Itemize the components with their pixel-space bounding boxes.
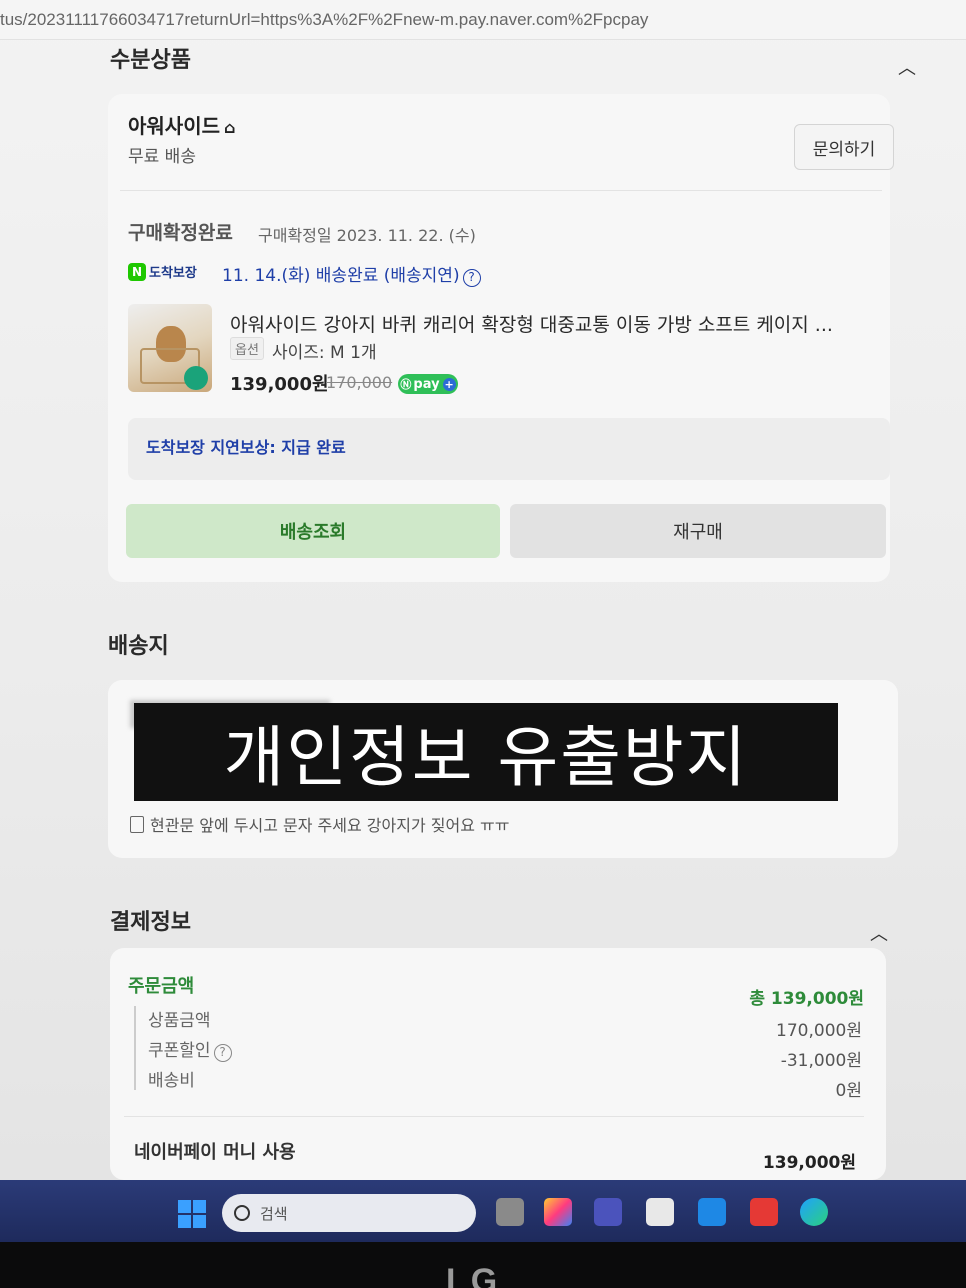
rebuy-button[interactable]: 재구매 [510,504,886,558]
naver-n-icon: N [128,262,146,281]
coupon-discount-label: 쿠폰할인? [148,1036,232,1062]
taskbar-search[interactable]: 검색 [222,1194,476,1232]
option-tag: 옵션 [230,337,264,360]
product-thumbnail[interactable] [128,304,212,392]
store-name-text[interactable]: 아워사이드 [128,114,220,138]
store-icon[interactable] [646,1198,674,1226]
delivery-status: 11. 14.(화) 배송완료 (배송지연)? [222,261,481,287]
store-name[interactable]: 아워사이드 ⌂ [128,110,235,139]
inquiry-button[interactable]: 문의하기 [794,124,894,170]
track-delivery-button[interactable]: 배송조회 [126,504,500,558]
question-circle-icon[interactable]: ? [462,269,481,287]
chevron-up-icon[interactable]: ︿ [870,920,888,946]
coupon-discount-text: 쿠폰할인 [148,1041,211,1061]
product-option: 사이즈: M 1개 [272,343,377,363]
delivery-memo: 현관문 앞에 두시고 문자 주세요 강아지가 짖어요 ㅠㅠ [130,812,509,836]
app-icon[interactable] [750,1198,778,1226]
delivery-status-text: 11. 14.(화) 배송완료 (배송지연) [222,266,460,286]
purchase-status: 구매확정완료 [128,222,233,244]
address-bar[interactable]: tus/20231111766034717returnUrl=https%3A%… [0,0,966,40]
purchase-confirm-date: 구매확정일 2023. 11. 22. (수) [258,226,476,245]
coupon-discount-value: -31,000원 [780,1051,862,1071]
delivery-guarantee-badge: N 도착보장 [128,262,197,281]
shipping-fee: 무료 배송 [128,147,196,167]
npay-badge-text: pay [413,376,440,392]
search-placeholder: 검색 [260,1204,288,1223]
order-section-title: 수분상품 [110,48,191,73]
npay-plus-badge: Ⓝpay + [398,374,458,394]
shipping-fee-label: 배송비 [148,1071,195,1091]
copilot-icon[interactable] [544,1198,572,1226]
chevron-up-icon[interactable]: ︿ [898,54,916,80]
browser-screen: tus/20231111766034717returnUrl=https%3A%… [0,0,966,1180]
payment-section-title: 결제정보 [110,910,191,935]
memo-icon [130,815,144,833]
shipping-section-title: 배송지 [108,634,169,659]
question-circle-icon[interactable]: ? [213,1044,232,1062]
search-icon [234,1205,250,1221]
monitor-brand-logo: LG [446,1262,502,1288]
product-amount-label: 상품금액 [148,1011,211,1031]
privacy-redaction-overlay: 개인정보 유출방지 [134,703,838,801]
compensation-text: 도착보장 지연보상: 지급 완료 [146,438,346,457]
original-price: 170,000 [326,373,393,392]
delivery-guarantee-label: 도착보장 [149,266,197,281]
teams-icon[interactable] [594,1198,622,1226]
compensation-notice: 도착보장 지연보상: 지급 완료 [128,418,890,480]
product-name[interactable]: 아워사이드 강아지 바퀴 캐리어 확장형 대중교통 이동 가방 소프트 케이지 … [230,310,833,337]
breakdown-rail [134,1006,136,1090]
npay-money-label: 네이버페이 머니 사용 [134,1142,296,1163]
product-amount-value: 170,000원 [776,1021,862,1041]
url-text[interactable]: tus/20231111766034717returnUrl=https%3A%… [0,10,648,30]
windows-start-icon[interactable] [178,1200,206,1228]
delivery-memo-text: 현관문 앞에 두시고 문자 주세요 강아지가 짖어요 ㅠㅠ [150,816,510,835]
order-total: 총 139,000원 [749,989,864,1009]
order-amount-label: 주문금액 [128,976,195,997]
divider [124,1116,864,1117]
npay-money-value: 139,000원 [762,1153,856,1173]
divider [120,190,882,191]
product-price: 139,000원 [230,374,329,395]
mail-icon[interactable] [698,1198,726,1226]
shipping-fee-value: 0원 [835,1081,862,1101]
edge-browser-icon[interactable] [800,1198,828,1226]
home-icon[interactable]: ⌂ [224,118,235,137]
task-view-icon[interactable] [496,1198,524,1226]
taskbar: 검색 [0,1180,966,1242]
